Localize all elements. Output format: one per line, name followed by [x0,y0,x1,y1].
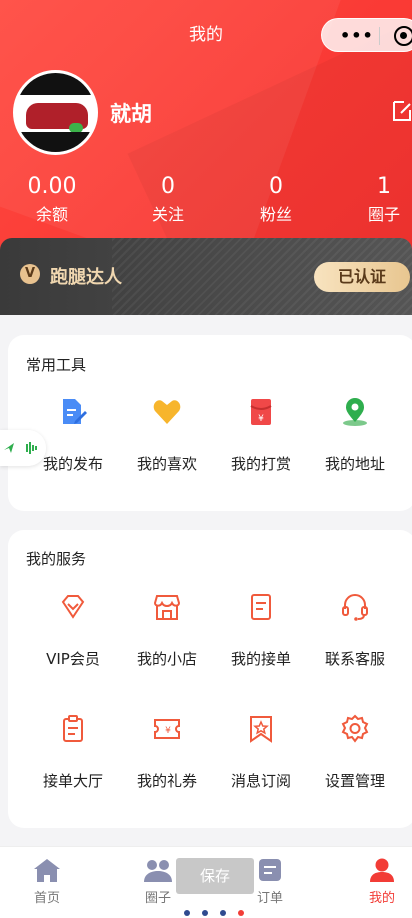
avatar[interactable] [13,70,98,155]
location-pin-icon [343,398,367,426]
vip-title: 跑腿达人 [50,267,122,288]
service-vip[interactable]: VIP会员 [26,592,120,669]
stat-following[interactable]: 0 关注 [128,174,208,226]
close-target-icon[interactable] [394,26,412,46]
red-envelope-icon: ¥ [250,399,272,425]
service-order-hall[interactable]: 接单大厅 [26,714,120,791]
heart-icon [153,400,181,424]
username: 就胡 [110,102,152,126]
service-customer-support[interactable]: 联系客服 [308,592,402,669]
document-edit-icon [63,399,87,424]
tab-mine[interactable]: 我的 [337,857,412,906]
stat-fans[interactable]: 0 粉丝 [236,174,316,226]
tools-title: 常用工具 [26,356,87,374]
bookmark-star-icon [250,716,272,743]
verified-badge[interactable]: 已认证 [314,262,410,292]
tab-home[interactable]: 首页 [2,857,92,906]
order-sheet-icon [251,594,271,620]
svg-text:¥: ¥ [258,414,264,424]
settings-gear-icon [341,714,369,743]
service-my-coupons[interactable]: ¥ 我的礼券 [120,714,214,791]
page-indicator [184,910,254,916]
tool-my-tips[interactable]: ¥ 我的打赏 [214,397,308,474]
clipboard-icon [63,715,83,742]
vip-badge-icon: V [20,264,40,284]
coupon-icon: ¥ [154,719,180,739]
svg-text:¥: ¥ [165,726,171,736]
tool-my-address[interactable]: 我的地址 [308,397,402,474]
services-title: 我的服务 [26,550,87,568]
tools-card: 常用工具 我的发布 我的喜欢 ¥ 我的打赏 我的地址 [8,335,412,511]
service-message-subscription[interactable]: 消息订阅 [214,714,308,791]
services-card: 我的服务 VIP会员 我的小店 我的接单 联系客服 接单大厅 ¥ 我的礼券 消息… [8,530,412,828]
edit-icon[interactable] [392,100,412,122]
shop-icon [153,595,181,620]
headset-icon [342,594,368,621]
stat-balance[interactable]: 0.00 余额 [12,174,92,226]
tool-my-likes[interactable]: 我的喜欢 [120,397,214,474]
more-icon[interactable]: ••• [340,26,374,45]
user-icon [370,858,394,882]
home-icon [34,859,60,882]
save-button[interactable]: 保存 [176,858,254,894]
floating-location-widget[interactable] [0,430,46,466]
service-my-shop[interactable]: 我的小店 [120,592,214,669]
miniprogram-capsule: ••• [321,18,412,52]
stat-circles[interactable]: 1 圈子 [344,174,412,226]
service-my-orders[interactable]: 我的接单 [214,592,308,669]
service-settings[interactable]: 设置管理 [308,714,402,791]
group-icon [144,860,172,882]
order-icon [259,859,281,881]
diamond-icon [61,595,85,619]
